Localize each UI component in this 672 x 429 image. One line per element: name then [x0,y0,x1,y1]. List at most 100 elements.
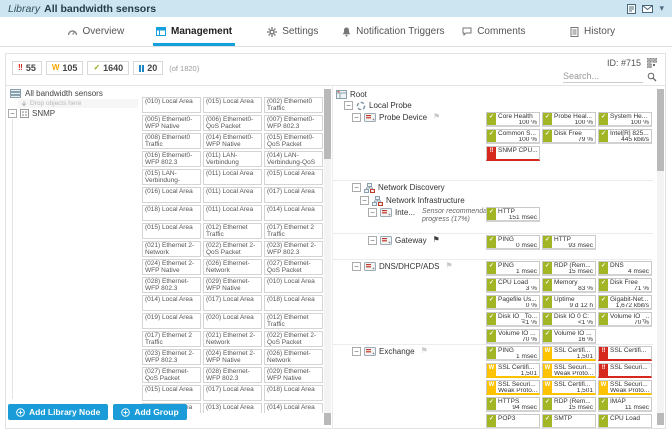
tab-management[interactable]: Management [145,17,244,46]
sensor-cell[interactable]: W SSL Securi... Weak Proto... [486,380,540,395]
library-sensor-cell[interactable]: (022) Ethernet 2-QoS Packet [203,241,262,257]
library-sensor-cell[interactable]: (017) Local Area [264,187,323,203]
sensor-cell[interactable]: ✓ PING 0 msec [486,235,540,250]
sensor-cell[interactable]: ✓ RDP (Rem... 15 msec [542,397,596,412]
sensor-cell[interactable]: ✓ DNS 4 msec [598,261,652,276]
library-sensor-cell[interactable]: (014) Ethernet0-WFP Native [203,133,262,149]
collapse-toggle[interactable]: − [352,347,361,356]
library-sensor-cell[interactable]: (011) LAN-Verbindung [203,151,262,167]
tab-comments[interactable]: Comments [445,17,544,46]
collapse-toggle[interactable]: − [352,113,361,122]
sensor-cell[interactable]: ✓ Disk Free 79 % [542,129,596,144]
library-sensor-cell[interactable]: (020) Local Area [203,313,262,329]
sensor-cell[interactable]: ✓ Intel[R] 825... 445 kbit/s [598,129,652,144]
email-icon[interactable] [642,4,654,13]
library-sensor-cell[interactable]: (014) Local Area [264,403,323,413]
library-sensor-cell[interactable]: (011) Local Area [203,205,262,221]
library-sensor-cell[interactable]: (018) Local Area [264,385,323,401]
tab-overview[interactable]: Overview [46,17,145,46]
dropdown-caret-icon[interactable]: ▾ [659,3,664,14]
sensor-cell[interactable]: ✓ Pagefile Us... 0 % [486,295,540,310]
library-sensor-cell[interactable]: (015) Local Area [142,223,201,239]
add-library-node-button[interactable]: Add Library Node [8,404,109,420]
library-sensor-cell[interactable]: (014) Local Area [142,295,201,311]
library-sensor-cell[interactable]: (017) Ethernet 2 Traffic [264,223,323,239]
library-sensor-cell[interactable]: (026) Ethernet-Network [203,259,262,275]
sensor-cell[interactable]: ✓ Disk Free 71 % [598,278,652,293]
sensor-cell[interactable]: ‼ SSL Certifi... [598,346,652,361]
library-sensor-cell[interactable]: (015) Local Area [203,97,262,113]
sensor-cell[interactable]: ✓ POP3 [486,414,540,428]
library-sensor-cell[interactable]: (019) Local Area [142,313,201,329]
sensor-cell[interactable]: ✓ RDP (Rem... 15 msec [542,261,596,276]
tree-node-label[interactable]: DNS/DHCP/ADS [379,262,439,271]
library-sensor-cell[interactable]: (017) Local Area [203,385,262,401]
library-sensor-cell[interactable]: (028) Ethernet-WFP 802.3 [142,277,201,293]
left-scrollbar-end[interactable] [324,413,331,425]
library-sensor-cell[interactable]: (013) Local Area [203,403,262,413]
library-sensor-cell[interactable]: (016) Local Area [142,187,201,203]
sensor-cell[interactable]: ✓ System He... 100 % [598,112,652,127]
library-sensor-cell[interactable]: (015) LAN-Verbindung- [142,169,201,185]
left-scrollbar[interactable] [324,89,331,425]
library-sensor-cell[interactable]: (018) Local Area [142,205,201,221]
library-sensor-cell[interactable]: (029) Ethernet-WFP Native [203,277,262,293]
status-count-down[interactable]: ‼ 55 [12,61,42,75]
sensor-cell[interactable]: ✓ PING 1 msec [486,261,540,276]
sensor-cell[interactable]: W SSL Certifi... 1,501 [486,363,540,378]
collapse-toggle[interactable]: − [344,101,353,110]
collapse-toggle[interactable]: − [8,109,17,118]
tree-node-label[interactable]: Network Discovery [378,183,445,192]
sensor-cell[interactable]: ✓ Gigabit-Net... 1,672 kbit/s [598,295,652,310]
library-sensor-cell[interactable]: (023) Ethernet 2-WFP 802.3 [264,241,323,257]
status-count-paused[interactable]: 20 [133,61,164,75]
sensor-cell[interactable]: ✓ Volume IO _... 70 % [598,312,652,327]
collapse-toggle[interactable]: − [368,208,377,217]
sensor-cell[interactable]: ✓ Core Health 100 % [486,112,540,127]
tree-node-label[interactable]: Exchange [379,347,415,356]
tab-history[interactable]: History [543,17,642,46]
sensor-cell[interactable]: ✓ IMAP 11 msec [598,397,652,412]
collapse-toggle[interactable]: − [352,183,361,192]
report-icon[interactable] [627,3,637,14]
sensor-cell[interactable]: ✓ CPU Load [598,414,652,428]
left-scrollbar-thumb[interactable] [324,89,331,159]
tree-node-snmp[interactable]: − SNMP [8,109,55,118]
library-sensor-cell[interactable]: (005) Ethernet0-WFP Native [142,115,201,131]
library-sensor-cell[interactable]: (012) Ethernet Traffic [264,313,323,329]
library-sensor-cell[interactable]: (015) Ethernet0-QoS Packet [264,133,323,149]
sensor-cell[interactable]: ‼ SSL Securi... [598,363,652,378]
sensor-cell[interactable]: ✓ Probe Heal... 100 % [542,112,596,127]
library-sensor-cell[interactable]: (010) Local Area [264,277,323,293]
library-sensor-cell[interactable]: (012) Ethernet Traffic [203,223,262,239]
tab-settings[interactable]: Settings [243,17,342,46]
qr-code-icon[interactable] [647,57,657,68]
library-sensor-cell[interactable]: (015) Local Area [142,385,201,401]
library-sensor-cell[interactable]: (026) Ethernet-Network [264,349,323,365]
library-sensor-cell[interactable]: (021) Ethernet 2-Network [142,241,201,257]
library-sensor-cell[interactable]: (029) Ethernet-WFP Native [264,367,323,383]
sensor-cell[interactable]: ✓ CPU Load 3 % [486,278,540,293]
tree-node-label[interactable]: Local Probe [369,101,412,110]
tab-notification-triggers[interactable]: Notification Triggers [342,17,445,46]
library-sensor-cell[interactable]: (010) Local Area [142,97,201,113]
library-sensor-cell[interactable]: (023) Ethernet 2-WFP 802.3 [142,349,201,365]
library-sensor-cell[interactable]: (017) Local Area [203,295,262,311]
library-sensor-cell[interactable]: (027) Ethernet-QoS Packet [264,259,323,275]
sensor-cell[interactable]: ✓ SMTP [542,414,596,428]
magnifier-icon[interactable] [647,72,657,82]
add-group-button[interactable]: Add Group [113,404,187,420]
library-sensor-cell[interactable]: (011) Local Area [203,187,262,203]
tree-node-label[interactable]: Probe Device [379,113,427,122]
right-scrollbar-end[interactable] [657,413,664,425]
library-sensor-cell[interactable]: (014) Local Area [264,205,323,221]
sensor-cell[interactable]: ✓ Volume IO ... 70 % [486,329,540,344]
sensor-cell[interactable]: ✓ Disk IO _To... <1 % [486,312,540,327]
library-sensor-cell[interactable]: (024) Ethernet 2-WFP Native [203,349,262,365]
library-sensor-cell[interactable]: (028) Ethernet-WFP 802.3 [203,367,262,383]
tree-node-label[interactable]: Inte... [395,208,415,217]
collapse-toggle[interactable]: − [352,262,361,271]
right-scrollbar-thumb[interactable] [657,89,664,171]
library-sensor-cell[interactable]: (014) LAN-Verbindung-QoS [264,151,323,167]
library-sensor-cell[interactable]: (006) Ethernet0-QoS Packet [203,115,262,131]
